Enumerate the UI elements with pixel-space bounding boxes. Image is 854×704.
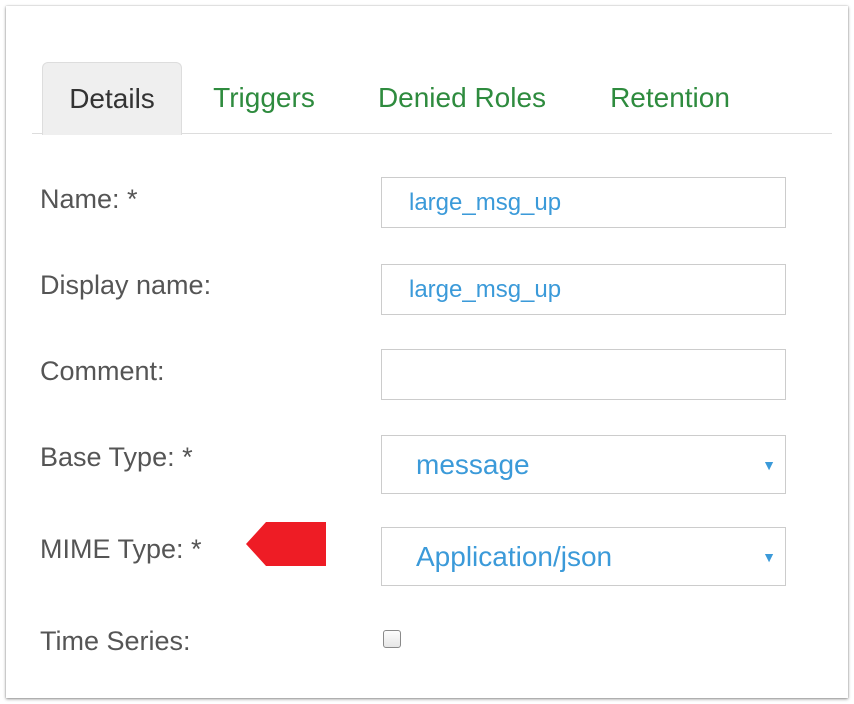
mime-type-select[interactable]: Application/json ▼ — [381, 527, 786, 586]
dialog-panel: Details Triggers Denied Roles Retention … — [6, 6, 848, 698]
caret-down-icon: ▼ — [762, 548, 776, 565]
name-input[interactable]: large_msg_up — [381, 177, 786, 228]
name-value: large_msg_up — [409, 188, 562, 216]
time-series-checkbox[interactable] — [383, 630, 401, 648]
tab-triggers[interactable]: Triggers — [200, 62, 328, 134]
name-label: Name: * — [40, 184, 138, 214]
base-type-label: Base Type: * — [40, 442, 193, 472]
base-type-select[interactable]: message ▼ — [381, 435, 786, 494]
comment-label: Comment: — [40, 356, 165, 386]
mime-type-value: Application/json — [416, 540, 613, 572]
mime-type-label: MIME Type: * — [40, 534, 202, 564]
caret-down-icon: ▼ — [762, 456, 776, 473]
tab-retention[interactable]: Retention — [596, 62, 744, 134]
tab-denied-roles[interactable]: Denied Roles — [362, 62, 562, 134]
tab-bar: Details Triggers Denied Roles Retention — [32, 62, 832, 135]
display-name-label: Display name: — [40, 270, 212, 300]
comment-input[interactable] — [381, 349, 786, 400]
red-arrow-left-icon — [246, 522, 326, 566]
time-series-label: Time Series: — [40, 626, 191, 656]
display-name-input[interactable]: large_msg_up — [381, 264, 786, 315]
display-name-value: large_msg_up — [409, 275, 562, 303]
tab-details[interactable]: Details — [42, 62, 182, 135]
base-type-value: message — [416, 448, 530, 480]
